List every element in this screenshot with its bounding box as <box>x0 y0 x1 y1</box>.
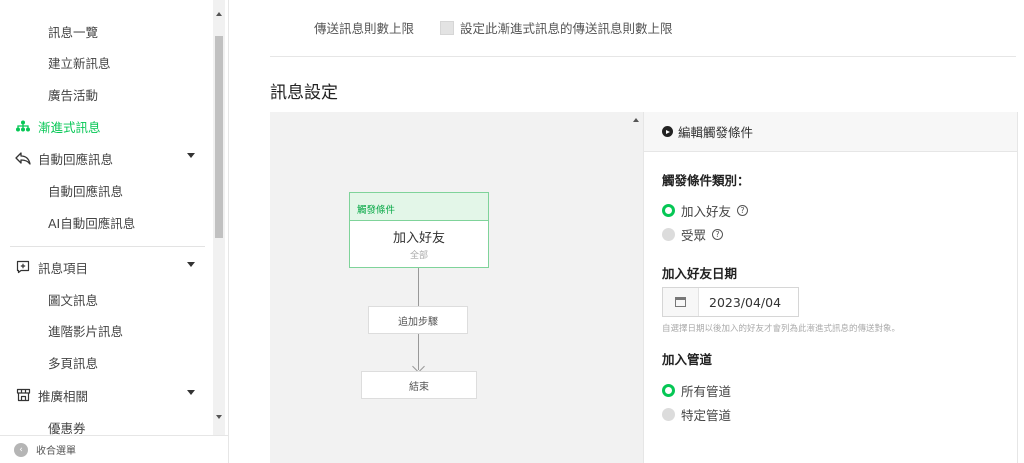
radio-label: 受眾 <box>681 228 707 243</box>
sidebar-item-auto-reply-message[interactable]: 自動回應訊息 <box>0 176 213 204</box>
trigger-node-header: 觸發條件 <box>350 193 488 221</box>
reply-icon <box>14 149 32 167</box>
date-value: 2023/04/04 <box>709 294 782 310</box>
sidebar-item-label: 圖文訊息 <box>48 292 99 308</box>
sidebar-item-label: 進階影片訊息 <box>48 323 124 339</box>
sidebar-divider <box>10 246 205 247</box>
play-circle-icon <box>662 126 673 137</box>
date-label: 加入好友日期 <box>662 266 738 281</box>
main-content: 傳送訊息則數上限 設定此漸進式訊息的傳送訊息則數上限 訊息設定 觸發條件 加入好… <box>230 0 1024 463</box>
end-node[interactable]: 結束 <box>361 371 477 399</box>
message-plus-icon <box>14 258 32 276</box>
radio-unselected-icon[interactable] <box>662 228 675 241</box>
scroll-up-icon[interactable] <box>216 12 222 16</box>
message-limit-row: 傳送訊息則數上限 設定此漸進式訊息的傳送訊息則數上限 <box>314 18 673 37</box>
sidebar-item-label: 自動回應訊息 <box>38 151 114 167</box>
trigger-type-label: 觸發條件類別： <box>662 173 750 188</box>
scrollbar-thumb[interactable] <box>215 36 223 238</box>
sidebar-item-message-list[interactable]: 訊息一覽 <box>0 17 213 45</box>
panel-title: 編輯觸發條件 <box>678 125 754 140</box>
sidebar-item-message-items[interactable]: 訊息項目 <box>0 253 213 281</box>
sidebar-item-step-message[interactable]: 漸進式訊息 <box>0 112 213 140</box>
radio-label: 加入好友 <box>681 204 732 219</box>
add-step-button[interactable]: 追加步驟 <box>368 306 468 334</box>
scroll-up-icon[interactable] <box>633 118 639 122</box>
sidebar-item-label: 廣告活動 <box>48 87 99 103</box>
trigger-node-subtitle: 全部 <box>409 251 428 261</box>
sidebar-item-rich-message[interactable]: 圖文訊息 <box>0 285 213 313</box>
radio-add-friend[interactable]: 加入好友 ? <box>662 201 749 220</box>
collapse-menu-button[interactable]: ‹ 收合選單 <box>0 435 228 463</box>
sidebar-item-card-message[interactable]: 多頁訊息 <box>0 348 213 376</box>
radio-selected-icon[interactable] <box>662 384 675 397</box>
sidebar-item-ai-auto-reply[interactable]: AI自動回應訊息 <box>0 208 213 236</box>
scroll-down-icon[interactable] <box>216 415 222 419</box>
sidebar-item-label: 多頁訊息 <box>48 355 99 371</box>
sidebar-menu: 訊息一覽 建立新訊息 廣告活動 漸進式訊息 自動回應訊息 自動回應訊息 AI自動… <box>0 0 213 435</box>
radio-all-channels[interactable]: 所有管道 <box>662 381 731 400</box>
sidebar-item-coupon[interactable]: 優惠券 <box>0 413 213 436</box>
radio-label: 所有管道 <box>681 384 732 399</box>
sidebar-item-label: 建立新訊息 <box>48 55 111 71</box>
sidebar-item-rich-video[interactable]: 進階影片訊息 <box>0 316 213 344</box>
radio-label: 特定管道 <box>681 408 732 423</box>
sidebar-item-create-message[interactable]: 建立新訊息 <box>0 48 213 76</box>
radio-selected-icon[interactable] <box>662 204 675 217</box>
message-limit-label: 傳送訊息則數上限 <box>314 21 415 36</box>
chevron-down-icon <box>187 390 195 395</box>
radio-audience[interactable]: 受眾 ? <box>662 225 724 244</box>
storefront-icon <box>14 386 32 404</box>
trigger-node-title: 加入好友 <box>392 231 445 246</box>
panel-header: 編輯觸發條件 <box>644 112 1017 152</box>
sidebar-item-promotion[interactable]: 推廣相關 <box>0 381 213 409</box>
sidebar: 訊息一覽 建立新訊息 廣告活動 漸進式訊息 自動回應訊息 自動回應訊息 AI自動… <box>0 0 229 463</box>
help-icon[interactable]: ? <box>712 229 724 240</box>
calendar-icon <box>675 297 686 307</box>
date-hint: 自選擇日期以後加入的好友才會列為此漸進式訊息的傳送對象。 <box>662 324 901 334</box>
divider <box>270 56 1016 57</box>
sidebar-item-label: 優惠券 <box>48 420 86 436</box>
sidebar-item-label: 自動回應訊息 <box>48 183 124 199</box>
chevron-down-icon <box>187 262 195 267</box>
sidebar-item-auto-reply[interactable]: 自動回應訊息 <box>0 144 213 172</box>
radio-unselected-icon[interactable] <box>662 408 675 421</box>
help-icon[interactable]: ? <box>737 205 749 216</box>
sidebar-item-label: 訊息一覽 <box>48 24 99 40</box>
calendar-icon-wrap[interactable] <box>663 288 699 316</box>
hierarchy-icon <box>14 117 32 135</box>
sidebar-scrollbar[interactable] <box>213 0 225 435</box>
flow-connector <box>418 268 419 306</box>
chevron-down-icon <box>187 153 195 158</box>
sidebar-item-label: 推廣相關 <box>38 388 89 404</box>
date-picker[interactable]: 2023/04/04 <box>662 287 799 317</box>
radio-specific-channels[interactable]: 特定管道 <box>662 405 731 424</box>
sidebar-item-label: AI自動回應訊息 <box>48 215 136 231</box>
canvas-scrollbar[interactable] <box>630 112 643 463</box>
flow-canvas[interactable]: 觸發條件 加入好友 全部 追加步驟 結束 <box>270 112 630 463</box>
sidebar-item-ad-campaign[interactable]: 廣告活動 <box>0 80 213 108</box>
section-title: 訊息設定 <box>270 83 338 103</box>
collapse-menu-label: 收合選單 <box>36 446 76 457</box>
chevron-left-icon: ‹ <box>14 442 28 457</box>
sidebar-item-label: 漸進式訊息 <box>38 119 101 135</box>
message-limit-checkbox[interactable] <box>440 20 455 35</box>
trigger-edit-panel: 編輯觸發條件 觸發條件類別： 加入好友 ? 受眾 ? 加入好友日期 2023/0… <box>643 112 1018 463</box>
sidebar-item-label: 訊息項目 <box>38 260 89 276</box>
message-limit-checkbox-label[interactable]: 設定此漸進式訊息的傳送訊息則數上限 <box>460 18 673 37</box>
channel-label: 加入管道 <box>662 352 713 367</box>
trigger-node[interactable]: 觸發條件 加入好友 全部 <box>349 192 489 268</box>
